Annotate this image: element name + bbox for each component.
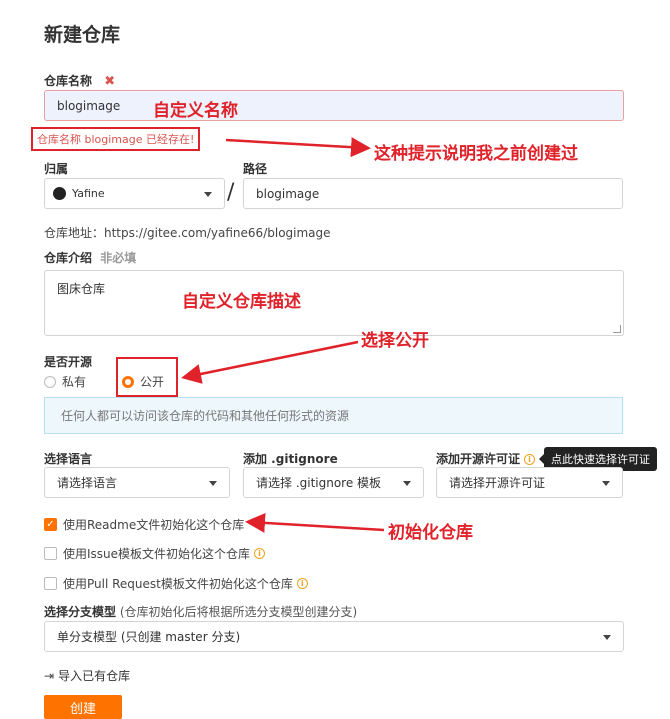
- path-label: 路径: [243, 162, 268, 176]
- radio-private-label: 私有: [62, 375, 87, 389]
- arrow-exists: [225, 137, 371, 158]
- arrow-init: [245, 512, 385, 533]
- checkbox-readme-label: 使用Readme文件初始化这个仓库: [63, 518, 245, 532]
- owner-label: 归属: [44, 162, 69, 176]
- license-select[interactable]: 请选择开源许可证: [436, 467, 623, 498]
- create-button-label: 创建: [69, 701, 96, 717]
- radio-private[interactable]: 私有: [44, 373, 86, 390]
- page-title: 新建仓库: [44, 24, 121, 46]
- language-value: 请选择语言: [57, 476, 118, 490]
- annotation-custom-name: 自定义名称: [153, 101, 238, 121]
- language-label: 选择语言: [44, 452, 93, 466]
- description-label-text: 仓库介绍: [44, 251, 93, 265]
- checkbox-pr-label: 使用Pull Request模板文件初始化这个仓库: [63, 577, 293, 591]
- visibility-notice-text: 任何人都可以访问该仓库的代码和其他任何形式的资源: [61, 409, 350, 423]
- required-mark-icon: ✖: [104, 74, 116, 89]
- branch-model-select[interactable]: 单分支模型 (只创建 master 分支): [44, 621, 624, 652]
- annotation-init: 初始化仓库: [388, 523, 473, 543]
- repo-address: 仓库地址：https://gitee.com/yafine66/blogimag…: [44, 226, 331, 240]
- chevron-down-icon: [403, 480, 411, 486]
- radio-public-circle[interactable]: [122, 375, 134, 388]
- path-value: blogimage: [256, 186, 320, 201]
- checkbox-pr-box[interactable]: [44, 577, 57, 590]
- radio-private-circle[interactable]: [44, 375, 56, 388]
- gitignore-label: 添加 .gitignore: [243, 452, 338, 466]
- chevron-down-icon: [204, 191, 212, 197]
- import-link-label: 导入已有仓库: [58, 669, 131, 683]
- checkbox-readme[interactable]: ✓ 使用Readme文件初始化这个仓库: [44, 516, 244, 533]
- branch-model-hint: (仓库初始化后将根据所选分支模型创建分支): [119, 605, 358, 619]
- branch-model-label-text: 选择分支模型: [44, 605, 117, 619]
- path-separator: /: [227, 180, 235, 205]
- import-icon: ⇥: [44, 668, 55, 683]
- license-label-text: 添加开源许可证: [436, 452, 521, 466]
- repo-name-input[interactable]: blogimage: [44, 90, 624, 121]
- gitignore-select[interactable]: 请选择 .gitignore 模板: [243, 467, 424, 498]
- create-button[interactable]: 创建: [44, 695, 122, 719]
- description-textarea[interactable]: 图床仓库: [44, 270, 624, 336]
- description-label: 仓库介绍 非必填: [44, 249, 136, 266]
- repo-name-value: blogimage: [57, 98, 121, 113]
- description-value: 图床仓库: [57, 282, 106, 296]
- info-icon[interactable]: i: [524, 454, 536, 465]
- owner-select[interactable]: Yafine: [44, 178, 225, 209]
- info-icon[interactable]: i: [296, 578, 308, 589]
- repo-name-label-text: 仓库名称: [44, 74, 93, 88]
- resize-handle-icon[interactable]: [613, 325, 621, 333]
- language-select[interactable]: 请选择语言: [44, 467, 230, 498]
- annotation-exists: 这种提示说明我之前创建过: [374, 144, 578, 164]
- checkbox-pr[interactable]: 使用Pull Request模板文件初始化这个仓库 i: [44, 575, 308, 592]
- visibility-notice: 任何人都可以访问该仓库的代码和其他任何形式的资源: [44, 397, 623, 434]
- checkbox-issue-box[interactable]: [44, 547, 57, 560]
- visibility-label: 是否开源: [44, 355, 93, 369]
- path-input[interactable]: blogimage: [243, 178, 623, 209]
- checkbox-readme-box[interactable]: ✓: [44, 518, 57, 531]
- avatar: [53, 187, 66, 200]
- annotation-public: 选择公开: [361, 331, 429, 351]
- branch-model-value: 单分支模型 (只创建 master 分支): [57, 630, 241, 644]
- branch-model-label: 选择分支模型 (仓库初始化后将根据所选分支模型创建分支): [44, 603, 357, 620]
- radio-public-label: 公开: [140, 375, 165, 389]
- chevron-down-icon: [602, 480, 610, 486]
- optional-tag: 非必填: [100, 251, 137, 265]
- annotation-description: 自定义仓库描述: [182, 292, 301, 312]
- radio-public[interactable]: 公开: [122, 373, 164, 390]
- gitignore-value: 请选择 .gitignore 模板: [256, 476, 382, 490]
- info-icon[interactable]: i: [254, 548, 266, 559]
- checkbox-issue[interactable]: 使用Issue模板文件初始化这个仓库 i: [44, 545, 266, 562]
- import-link[interactable]: ⇥ 导入已有仓库: [44, 667, 130, 684]
- repo-name-error: 仓库名称 blogimage 已经存在!: [31, 127, 201, 151]
- chevron-down-icon: [603, 634, 611, 640]
- repo-name-label: 仓库名称 ✖: [44, 72, 115, 89]
- owner-value: Yafine: [72, 187, 105, 200]
- license-label: 添加开源许可证 i: [436, 450, 536, 467]
- arrow-public: [181, 340, 359, 384]
- checkbox-issue-label: 使用Issue模板文件初始化这个仓库: [63, 547, 251, 561]
- chevron-down-icon: [209, 480, 217, 486]
- license-value: 请选择开源许可证: [449, 476, 546, 490]
